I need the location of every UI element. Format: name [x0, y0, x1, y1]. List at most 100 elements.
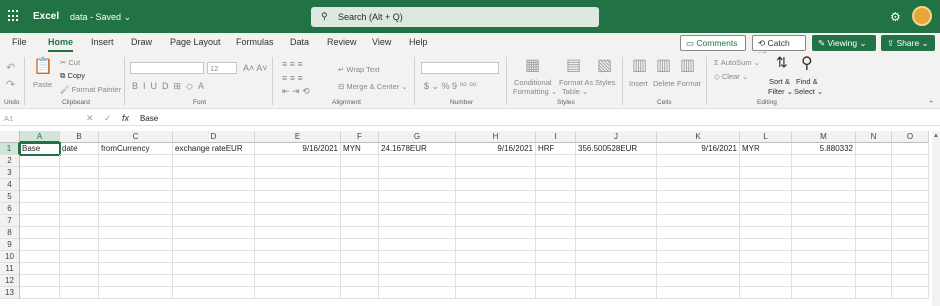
cell-i12[interactable] [536, 275, 576, 287]
cell-m11[interactable] [792, 263, 856, 275]
cell-d5[interactable] [173, 191, 255, 203]
cell-i11[interactable] [536, 263, 576, 275]
cell-i2[interactable] [536, 155, 576, 167]
cell-b8[interactable] [60, 227, 99, 239]
viewing-mode-button[interactable]: ✎ Viewing ⌄ [812, 35, 876, 51]
column-header-c[interactable]: C [99, 131, 173, 143]
cell-c12[interactable] [99, 275, 173, 287]
cell-l12[interactable] [740, 275, 792, 287]
cell-h4[interactable] [456, 179, 536, 191]
cell-g7[interactable] [379, 215, 456, 227]
clear-button[interactable]: ◇ Clear ⌄ [714, 72, 748, 81]
cell-d6[interactable] [173, 203, 255, 215]
cell-m2[interactable] [792, 155, 856, 167]
cell-e1[interactable]: 9/16/2021 [255, 143, 341, 155]
row-header-9[interactable]: 9 [0, 239, 20, 251]
cell-h3[interactable] [456, 167, 536, 179]
cell-e5[interactable] [255, 191, 341, 203]
cell-d4[interactable] [173, 179, 255, 191]
cell-l9[interactable] [740, 239, 792, 251]
column-header-o[interactable]: O [892, 131, 929, 143]
column-header-n[interactable]: N [856, 131, 892, 143]
cell-o13[interactable] [892, 287, 929, 299]
cell-f6[interactable] [341, 203, 379, 215]
cell-j4[interactable] [576, 179, 657, 191]
conditional-label[interactable]: Conditional [514, 78, 552, 87]
row-header-11[interactable]: 11 [0, 263, 20, 275]
cell-i9[interactable] [536, 239, 576, 251]
cell-f5[interactable] [341, 191, 379, 203]
cell-h9[interactable] [456, 239, 536, 251]
cell-b4[interactable] [60, 179, 99, 191]
cell-m12[interactable] [792, 275, 856, 287]
avatar[interactable] [912, 6, 932, 26]
cell-e7[interactable] [255, 215, 341, 227]
cell-m1[interactable]: 5.880332 [792, 143, 856, 155]
cell-j13[interactable] [576, 287, 657, 299]
cell-m13[interactable] [792, 287, 856, 299]
cell-j3[interactable] [576, 167, 657, 179]
tab-formulas[interactable]: Formulas [236, 37, 274, 47]
cell-i7[interactable] [536, 215, 576, 227]
function-icon[interactable]: fx [122, 113, 129, 123]
tab-home[interactable]: Home [48, 37, 74, 52]
cell-l3[interactable] [740, 167, 792, 179]
align-top-icons[interactable]: ≡ ≡ ≡ [282, 59, 303, 69]
row-header-3[interactable]: 3 [0, 167, 20, 179]
cell-g11[interactable] [379, 263, 456, 275]
cell-o8[interactable] [892, 227, 929, 239]
cell-k12[interactable] [657, 275, 740, 287]
cell-f10[interactable] [341, 251, 379, 263]
cell-l5[interactable] [740, 191, 792, 203]
cell-i1[interactable]: HRF [536, 143, 576, 155]
cell-a12[interactable] [20, 275, 60, 287]
cell-o4[interactable] [892, 179, 929, 191]
column-header-f[interactable]: F [341, 131, 379, 143]
column-header-i[interactable]: I [536, 131, 576, 143]
paste-button[interactable]: Paste [33, 80, 52, 89]
indent-icons[interactable]: ⇤ ⇥ ⟲ [282, 86, 310, 97]
cell-n6[interactable] [856, 203, 892, 215]
cell-o3[interactable] [892, 167, 929, 179]
cell-c8[interactable] [99, 227, 173, 239]
app-launcher-icon[interactable] [8, 10, 20, 22]
cell-j7[interactable] [576, 215, 657, 227]
cell-k2[interactable] [657, 155, 740, 167]
tab-help[interactable]: Help [409, 37, 428, 47]
enter-icon[interactable]: ✓ [104, 113, 112, 124]
cell-g13[interactable] [379, 287, 456, 299]
worksheet-grid[interactable]: A B C D E F G H I J K L M N O 1 Base date fromCurrency exch… [0, 131, 932, 306]
formatting-label[interactable]: Formatting ⌄ [513, 87, 557, 96]
tab-view[interactable]: View [372, 37, 391, 47]
redo-icon[interactable]: ↷ [6, 78, 15, 91]
cell-g2[interactable] [379, 155, 456, 167]
column-header-l[interactable]: L [740, 131, 792, 143]
number-format-dropdown[interactable] [421, 62, 499, 74]
cell-i5[interactable] [536, 191, 576, 203]
cell-o5[interactable] [892, 191, 929, 203]
format-cells-button[interactable]: Format [677, 79, 701, 88]
format-as-table-icon[interactable]: ▤ [566, 55, 581, 75]
cell-g6[interactable] [379, 203, 456, 215]
cell-g9[interactable] [379, 239, 456, 251]
column-header-b[interactable]: B [60, 131, 99, 143]
cell-o1[interactable] [892, 143, 929, 155]
row-header-1[interactable]: 1 [0, 143, 20, 155]
cell-l4[interactable] [740, 179, 792, 191]
font-size-dropdown[interactable]: 12 [207, 62, 237, 74]
cell-k4[interactable] [657, 179, 740, 191]
column-header-m[interactable]: M [792, 131, 856, 143]
cell-i3[interactable] [536, 167, 576, 179]
cell-k11[interactable] [657, 263, 740, 275]
cell-a2[interactable] [20, 155, 60, 167]
cell-k1[interactable]: 9/16/2021 [657, 143, 740, 155]
cell-n9[interactable] [856, 239, 892, 251]
cell-g10[interactable] [379, 251, 456, 263]
wrap-text-button[interactable]: ↵ Wrap Text [338, 65, 380, 74]
row-header-13[interactable]: 13 [0, 287, 20, 299]
cell-f1[interactable]: MYN [341, 143, 379, 155]
cell-b12[interactable] [60, 275, 99, 287]
tab-file[interactable]: File [12, 37, 27, 47]
cell-h7[interactable] [456, 215, 536, 227]
cell-b3[interactable] [60, 167, 99, 179]
